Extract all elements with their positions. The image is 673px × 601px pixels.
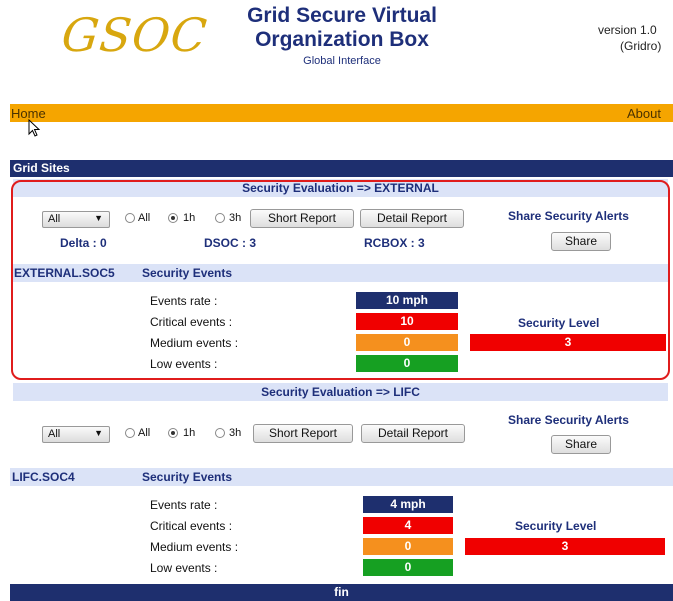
select-value: All [48, 428, 61, 440]
radio-3h-label: 3h [229, 427, 242, 439]
security-events-label: Security Events [142, 470, 233, 484]
gsoc-logo: GSOC [59, 8, 211, 62]
radio-3h[interactable] [215, 428, 225, 438]
short-report-button[interactable]: Short Report [253, 424, 353, 443]
low-events-label: Low events : [150, 561, 218, 575]
section-title-lifc: Security Evaluation => LIFC [13, 383, 668, 401]
medium-events-label: Medium events : [150, 540, 239, 554]
nav-bar [10, 104, 673, 122]
radio-all-label: All [138, 427, 151, 439]
share-button[interactable]: Share [551, 435, 611, 454]
grid-sites-label: Grid Sites [13, 161, 70, 175]
medium-events-value: 0 [363, 538, 453, 555]
critical-events-label: Critical events : [150, 519, 233, 533]
security-level-value: 3 [465, 538, 665, 555]
radio-1h-label: 1h [183, 427, 196, 439]
events-rate-label: Events rate : [150, 498, 218, 512]
grid-sites-header: Grid Sites [10, 160, 673, 177]
detail-report-button[interactable]: Detail Report [361, 424, 465, 443]
app-title-line1: Grid Secure Virtual [247, 4, 437, 27]
radio-1h[interactable] [168, 428, 178, 438]
radio-all[interactable] [125, 428, 135, 438]
share-alerts-title: Share Security Alerts [508, 413, 629, 427]
version-label: version 1.0 [598, 23, 657, 37]
site-events-header [10, 468, 673, 486]
dropdown-arrow-icon: ▼ [94, 428, 103, 438]
events-rate-value: 4 mph [363, 496, 453, 513]
time-filter-select[interactable]: All ▼ [42, 426, 110, 443]
version-sublabel: (Gridro) [620, 39, 662, 53]
critical-events-value: 4 [363, 517, 453, 534]
app-title-line2: Organization Box [255, 28, 429, 51]
low-events-value: 0 [363, 559, 453, 576]
highlight-frame [11, 180, 670, 380]
nav-about-link[interactable]: About [627, 106, 661, 121]
app-subtitle: Global Interface [303, 55, 381, 67]
site-name: LIFC.SOC4 [12, 470, 75, 484]
footer-bar: fin [10, 584, 673, 601]
mouse-pointer-icon [28, 118, 41, 140]
security-level-label: Security Level [515, 519, 597, 533]
